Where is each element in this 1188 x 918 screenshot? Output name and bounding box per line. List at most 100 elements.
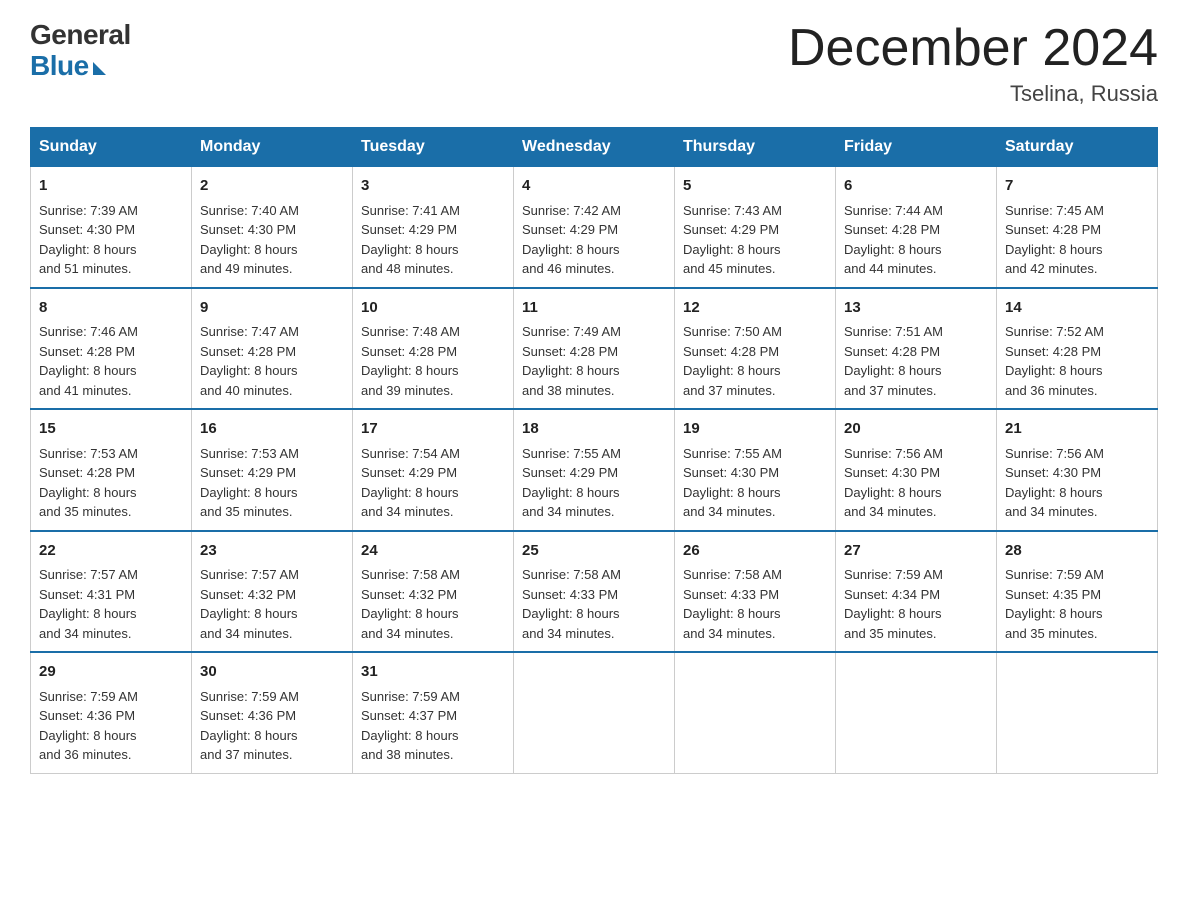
daylight-minutes: and 35 minutes. [39,504,132,519]
calendar-week-4: 22 Sunrise: 7:57 AM Sunset: 4:31 PM Dayl… [31,531,1158,653]
sunset-text: Sunset: 4:30 PM [844,465,940,480]
daylight-minutes: and 34 minutes. [844,504,937,519]
sunrise-text: Sunrise: 7:53 AM [200,446,299,461]
daylight-minutes: and 36 minutes. [39,747,132,762]
day-number: 17 [361,418,505,441]
sunrise-text: Sunrise: 7:50 AM [683,324,782,339]
daylight-minutes: and 44 minutes. [844,261,937,276]
sunset-text: Sunset: 4:29 PM [200,465,296,480]
calendar-header-row: Sunday Monday Tuesday Wednesday Thursday… [31,128,1158,167]
daylight-text: Daylight: 8 hours [1005,242,1103,257]
day-number: 11 [522,297,666,320]
table-row: 20 Sunrise: 7:56 AM Sunset: 4:30 PM Dayl… [836,409,997,531]
day-number: 2 [200,175,344,198]
sunset-text: Sunset: 4:28 PM [200,344,296,359]
sunset-text: Sunset: 4:29 PM [361,465,457,480]
daylight-text: Daylight: 8 hours [683,606,781,621]
table-row: 25 Sunrise: 7:58 AM Sunset: 4:33 PM Dayl… [514,531,675,653]
daylight-text: Daylight: 8 hours [844,242,942,257]
daylight-text: Daylight: 8 hours [522,363,620,378]
daylight-minutes: and 34 minutes. [522,504,615,519]
daylight-text: Daylight: 8 hours [39,485,137,500]
sunset-text: Sunset: 4:28 PM [522,344,618,359]
daylight-text: Daylight: 8 hours [200,728,298,743]
sunrise-text: Sunrise: 7:56 AM [844,446,943,461]
table-row: 18 Sunrise: 7:55 AM Sunset: 4:29 PM Dayl… [514,409,675,531]
col-friday: Friday [836,128,997,167]
day-number: 8 [39,297,183,320]
col-tuesday: Tuesday [353,128,514,167]
day-number: 12 [683,297,827,320]
daylight-text: Daylight: 8 hours [361,242,459,257]
daylight-minutes: and 46 minutes. [522,261,615,276]
table-row: 17 Sunrise: 7:54 AM Sunset: 4:29 PM Dayl… [353,409,514,531]
daylight-text: Daylight: 8 hours [1005,485,1103,500]
sunset-text: Sunset: 4:28 PM [39,465,135,480]
table-row: 23 Sunrise: 7:57 AM Sunset: 4:32 PM Dayl… [192,531,353,653]
page-header: General Blue December 2024 Tselina, Russ… [30,20,1158,107]
daylight-text: Daylight: 8 hours [200,485,298,500]
daylight-minutes: and 39 minutes. [361,383,454,398]
daylight-minutes: and 40 minutes. [200,383,293,398]
daylight-minutes: and 34 minutes. [683,626,776,641]
table-row: 1 Sunrise: 7:39 AM Sunset: 4:30 PM Dayli… [31,167,192,288]
sunrise-text: Sunrise: 7:43 AM [683,203,782,218]
daylight-minutes: and 35 minutes. [844,626,937,641]
daylight-text: Daylight: 8 hours [361,485,459,500]
daylight-minutes: and 36 minutes. [1005,383,1098,398]
sunrise-text: Sunrise: 7:44 AM [844,203,943,218]
day-number: 16 [200,418,344,441]
calendar-week-2: 8 Sunrise: 7:46 AM Sunset: 4:28 PM Dayli… [31,288,1158,410]
day-number: 24 [361,540,505,563]
day-number: 13 [844,297,988,320]
daylight-text: Daylight: 8 hours [683,363,781,378]
day-number: 5 [683,175,827,198]
sunset-text: Sunset: 4:29 PM [522,465,618,480]
daylight-text: Daylight: 8 hours [844,485,942,500]
calendar-table: Sunday Monday Tuesday Wednesday Thursday… [30,127,1158,774]
daylight-text: Daylight: 8 hours [522,242,620,257]
day-number: 31 [361,661,505,684]
day-number: 10 [361,297,505,320]
table-row: 12 Sunrise: 7:50 AM Sunset: 4:28 PM Dayl… [675,288,836,410]
table-row: 11 Sunrise: 7:49 AM Sunset: 4:28 PM Dayl… [514,288,675,410]
table-row: 24 Sunrise: 7:58 AM Sunset: 4:32 PM Dayl… [353,531,514,653]
day-number: 7 [1005,175,1149,198]
table-row: 13 Sunrise: 7:51 AM Sunset: 4:28 PM Dayl… [836,288,997,410]
col-thursday: Thursday [675,128,836,167]
sunset-text: Sunset: 4:28 PM [683,344,779,359]
sunrise-text: Sunrise: 7:42 AM [522,203,621,218]
daylight-minutes: and 37 minutes. [683,383,776,398]
sunrise-text: Sunrise: 7:55 AM [522,446,621,461]
table-row: 26 Sunrise: 7:58 AM Sunset: 4:33 PM Dayl… [675,531,836,653]
logo-general-text: General [30,20,131,51]
calendar-week-5: 29 Sunrise: 7:59 AM Sunset: 4:36 PM Dayl… [31,652,1158,773]
sunset-text: Sunset: 4:29 PM [522,222,618,237]
daylight-text: Daylight: 8 hours [844,606,942,621]
daylight-minutes: and 42 minutes. [1005,261,1098,276]
col-sunday: Sunday [31,128,192,167]
col-saturday: Saturday [997,128,1158,167]
sunrise-text: Sunrise: 7:58 AM [683,567,782,582]
daylight-text: Daylight: 8 hours [844,363,942,378]
daylight-minutes: and 41 minutes. [39,383,132,398]
sunrise-text: Sunrise: 7:57 AM [200,567,299,582]
sunset-text: Sunset: 4:30 PM [200,222,296,237]
sunset-text: Sunset: 4:33 PM [683,587,779,602]
day-number: 21 [1005,418,1149,441]
daylight-minutes: and 37 minutes. [844,383,937,398]
sunset-text: Sunset: 4:30 PM [39,222,135,237]
daylight-minutes: and 34 minutes. [200,626,293,641]
table-row [514,652,675,773]
title-block: December 2024 Tselina, Russia [788,20,1158,107]
sunrise-text: Sunrise: 7:53 AM [39,446,138,461]
daylight-text: Daylight: 8 hours [200,242,298,257]
sunrise-text: Sunrise: 7:58 AM [522,567,621,582]
table-row: 3 Sunrise: 7:41 AM Sunset: 4:29 PM Dayli… [353,167,514,288]
sunrise-text: Sunrise: 7:56 AM [1005,446,1104,461]
sunrise-text: Sunrise: 7:55 AM [683,446,782,461]
sunset-text: Sunset: 4:33 PM [522,587,618,602]
day-number: 6 [844,175,988,198]
daylight-text: Daylight: 8 hours [39,606,137,621]
daylight-minutes: and 34 minutes. [361,504,454,519]
